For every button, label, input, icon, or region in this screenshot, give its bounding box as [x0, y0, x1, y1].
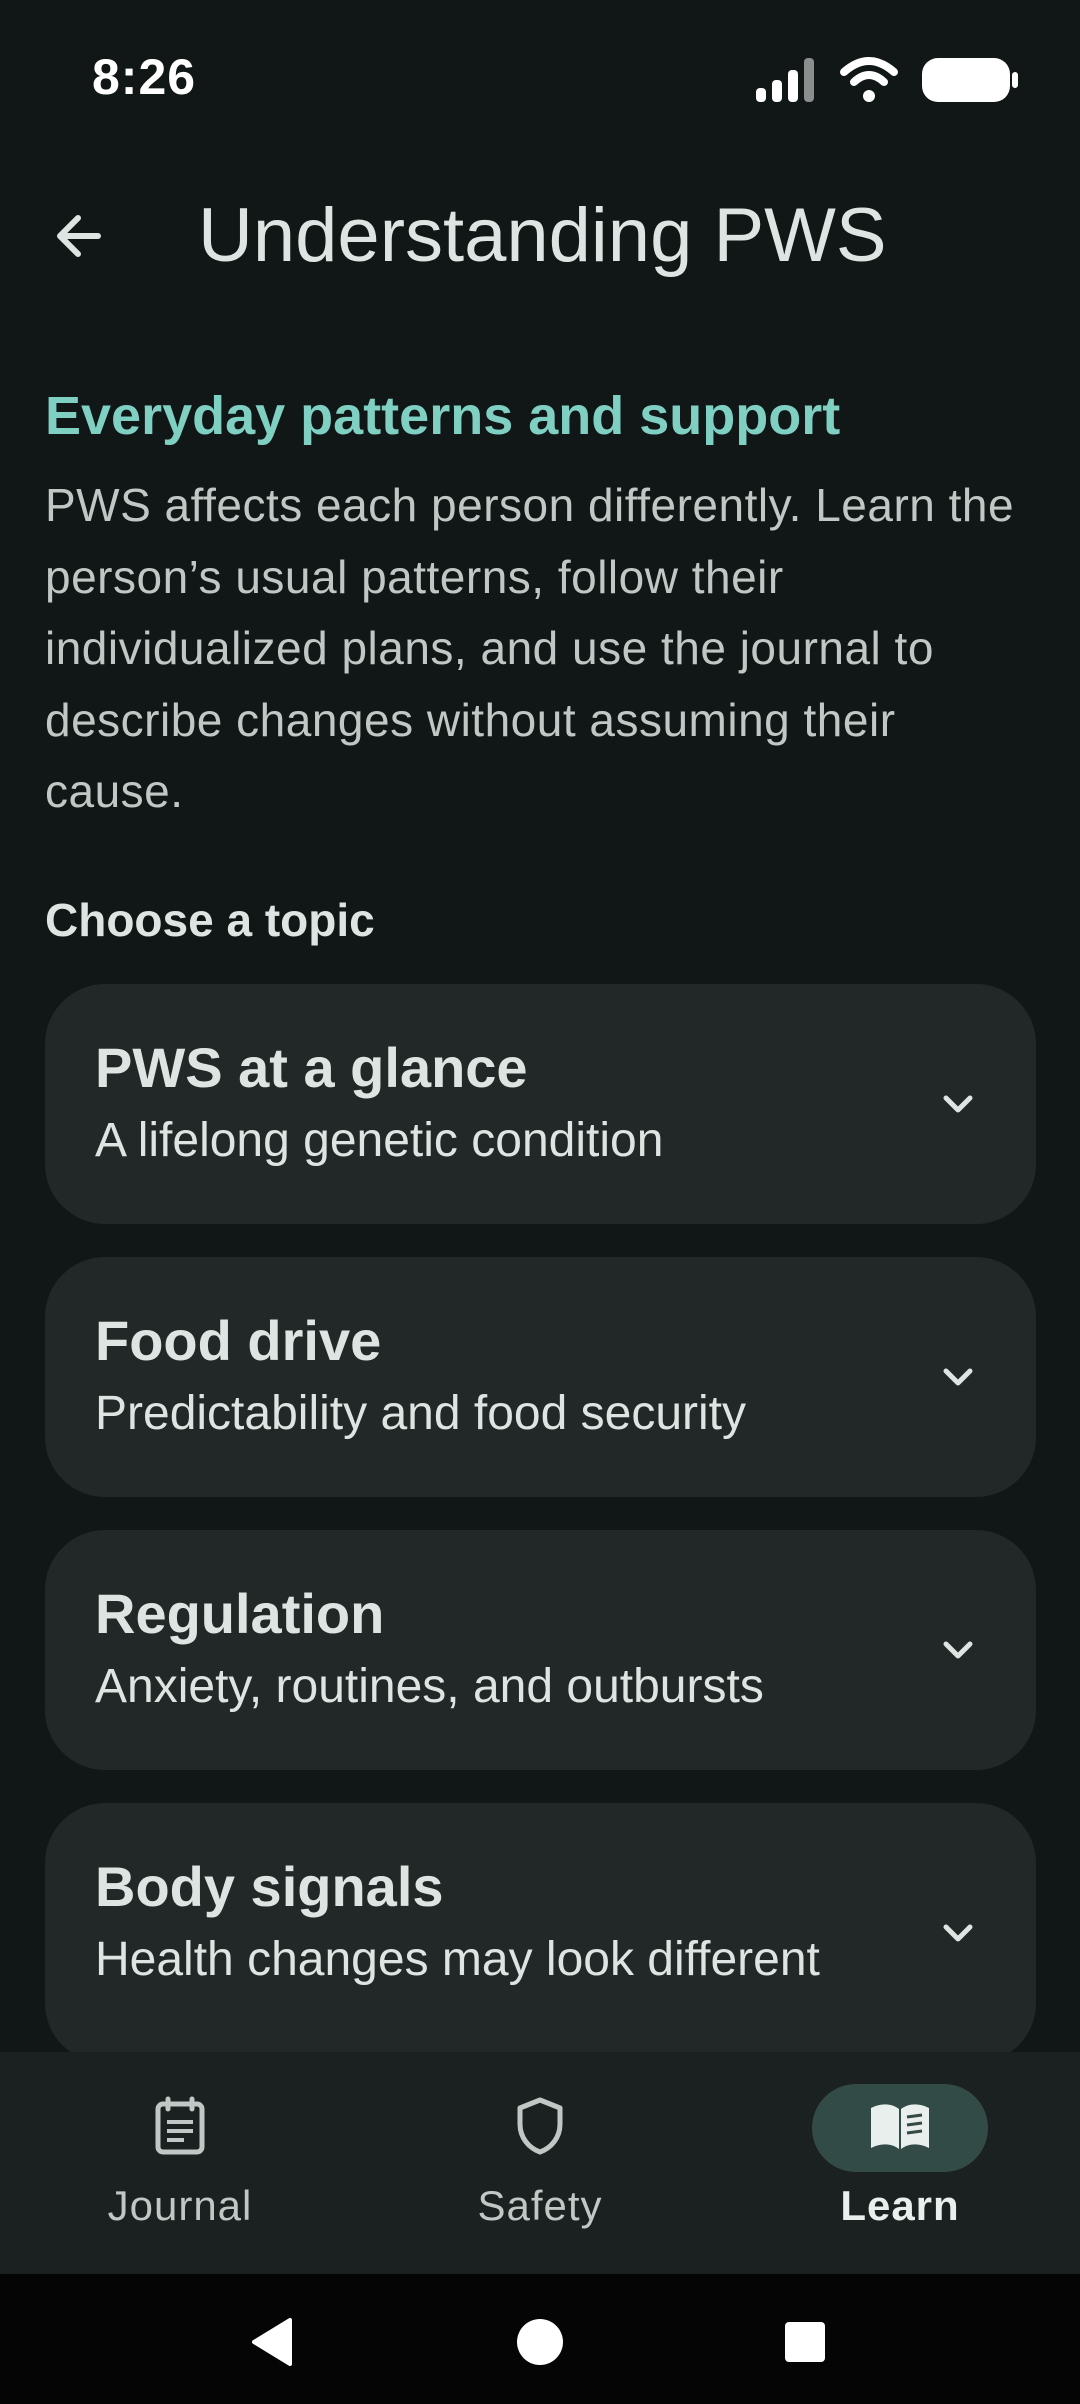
signal-icon — [754, 56, 818, 109]
wifi-icon — [840, 56, 898, 109]
battery-icon — [920, 55, 1020, 110]
nav-label: Journal — [107, 2182, 253, 2229]
nav-pill-active — [812, 2084, 988, 2172]
nav-label: Safety — [477, 2182, 603, 2229]
topic-list: PWS at a glance A lifelong genetic condi… — [45, 984, 1036, 2052]
section-heading: Everyday patterns and support — [45, 386, 841, 446]
topic-subtitle: Health changes may look different — [95, 1933, 820, 1986]
topic-title: Food drive — [95, 1309, 382, 1372]
intro-section: Everyday patterns and support PWS affect… — [45, 380, 1035, 950]
arrow-back-icon — [50, 208, 106, 269]
chevron-down-icon — [938, 1357, 978, 1397]
recents-square-icon — [783, 2320, 827, 2369]
topic-subtitle: A lifelong genetic condition — [95, 1114, 664, 1167]
status-icons — [754, 55, 1020, 110]
home-circle-icon — [514, 2316, 566, 2373]
back-triangle-icon — [246, 2316, 296, 2373]
bottom-navigation: Journal Safety Learn — [0, 2052, 1080, 2274]
nav-pill — [92, 2084, 268, 2172]
topic-subtitle: Predictability and food security — [95, 1387, 746, 1440]
topic-card-regulation[interactable]: Regulation Anxiety, routines, and outbur… — [45, 1530, 1036, 1770]
nav-pill — [452, 2084, 628, 2172]
journal-icon — [152, 2096, 208, 2161]
topic-card-pws-at-a-glance[interactable]: PWS at a glance A lifelong genetic condi… — [45, 984, 1036, 1224]
back-button[interactable] — [38, 198, 118, 278]
topic-card-body-signals[interactable]: Body signals Health changes may look dif… — [45, 1803, 1036, 2052]
system-back-button[interactable] — [236, 2309, 306, 2379]
chevron-down-icon — [938, 1913, 978, 1953]
intro-text: PWS affects each person differently. Lea… — [45, 479, 1015, 817]
chevron-down-icon — [938, 1084, 978, 1124]
nav-item-journal[interactable]: Journal — [0, 2052, 360, 2274]
choose-topic-label: Choose a topic — [45, 893, 375, 946]
nav-label: Learn — [840, 2182, 960, 2229]
topic-card-food-drive[interactable]: Food drive Predictability and food secur… — [45, 1257, 1036, 1497]
status-time: 8:26 — [92, 49, 197, 105]
nav-item-safety[interactable]: Safety — [360, 2052, 720, 2274]
topic-subtitle: Anxiety, routines, and outbursts — [95, 1660, 764, 1713]
app-bar: Understanding PWS — [0, 170, 1080, 310]
topic-title: Body signals — [95, 1855, 444, 1918]
nav-item-learn[interactable]: Learn — [720, 2052, 1080, 2274]
system-recents-button[interactable] — [770, 2309, 840, 2379]
topic-title: PWS at a glance — [95, 1036, 528, 1099]
shield-icon — [514, 2096, 566, 2161]
system-home-button[interactable] — [505, 2309, 575, 2379]
chevron-down-icon — [938, 1630, 978, 1670]
book-icon — [867, 2100, 933, 2157]
page-title: Understanding PWS — [198, 193, 887, 278]
topic-title: Regulation — [95, 1582, 385, 1645]
status-bar: 8:26 — [0, 0, 1080, 160]
system-navigation-bar — [0, 2274, 1080, 2404]
